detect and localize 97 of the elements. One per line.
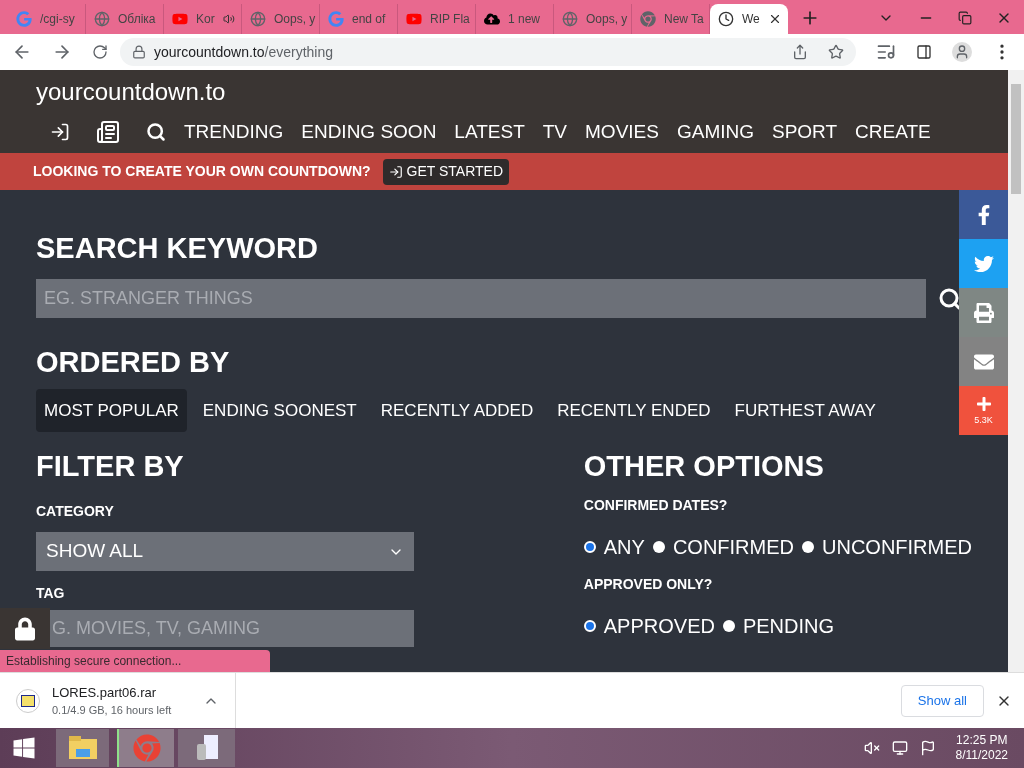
tag-field[interactable]: G. MOVIES, TV, GAMING bbox=[50, 610, 414, 647]
nav-link[interactable]: LATEST bbox=[454, 118, 525, 147]
bird-icon bbox=[973, 253, 994, 274]
radio-button[interactable] bbox=[652, 541, 665, 553]
lock-badge[interactable] bbox=[0, 608, 50, 649]
youtube-icon bbox=[406, 11, 422, 27]
taskbar-item[interactable] bbox=[178, 729, 235, 767]
sign-in-icon bbox=[388, 164, 403, 179]
reload-icon[interactable] bbox=[92, 44, 108, 60]
tab-title: /cgi-sy bbox=[40, 11, 75, 28]
tab-title: RIP Fla bbox=[430, 11, 470, 28]
section-heading: ORDERED BY bbox=[36, 348, 231, 377]
plus-icon bbox=[975, 396, 992, 412]
nav-link[interactable]: MOVIES bbox=[585, 118, 659, 147]
tab-title: New Ta bbox=[664, 11, 704, 28]
tab-title: Обліка bbox=[118, 11, 156, 28]
folder-icon bbox=[67, 735, 98, 761]
nav-link[interactable]: TV bbox=[542, 118, 568, 147]
tab-title: Kor bbox=[196, 11, 215, 28]
globe-icon bbox=[562, 11, 578, 27]
start-icon[interactable] bbox=[12, 736, 36, 760]
tab-title: Oops, y bbox=[274, 11, 316, 28]
globe-icon bbox=[94, 11, 110, 27]
tab-title: We bbox=[742, 11, 760, 28]
youtube-icon bbox=[172, 11, 188, 27]
nav-link[interactable]: TRENDING bbox=[184, 118, 284, 147]
lock-icon bbox=[15, 616, 35, 641]
radio-button[interactable] bbox=[802, 541, 814, 553]
scrollbar[interactable] bbox=[1008, 70, 1024, 672]
side-panel-icon[interactable] bbox=[916, 44, 932, 60]
flag-icon[interactable] bbox=[919, 740, 936, 756]
nav-link[interactable]: SPORT bbox=[772, 118, 838, 147]
star-icon[interactable] bbox=[828, 44, 844, 60]
field-label: CONFIRMED DATES? bbox=[583, 496, 729, 515]
field-label: CATEGORY bbox=[36, 502, 115, 521]
search-icon[interactable] bbox=[146, 122, 166, 143]
cloud-icon bbox=[484, 11, 500, 27]
download-status: 0.1/4.9 GB, 16 hours left bbox=[52, 703, 172, 718]
sort-option[interactable]: MOST POPULAR bbox=[36, 389, 187, 432]
radio-label: UNCONFIRMED bbox=[822, 535, 972, 560]
radio-button[interactable] bbox=[722, 620, 735, 632]
section-heading: FILTER BY bbox=[36, 452, 185, 481]
printer-icon bbox=[973, 302, 994, 323]
address-field[interactable]: yourcountdown.to/everything bbox=[120, 38, 856, 66]
taskbar-item[interactable] bbox=[56, 729, 109, 767]
share-button[interactable]: 5.3K bbox=[959, 386, 1008, 435]
google-icon bbox=[16, 11, 32, 27]
nav-link[interactable]: ENDING SOON bbox=[301, 118, 437, 147]
share-icon[interactable] bbox=[792, 44, 808, 60]
playlist-icon[interactable] bbox=[876, 42, 896, 62]
tab-title: 1 new bbox=[508, 11, 541, 28]
google-icon bbox=[328, 11, 344, 27]
browser-tab[interactable]: We bbox=[710, 4, 788, 34]
radio-label: ANY bbox=[603, 535, 645, 560]
restore-icon[interactable] bbox=[958, 11, 972, 25]
section-heading: SEARCH KEYWORD bbox=[36, 234, 319, 263]
radio-button[interactable] bbox=[583, 541, 596, 553]
category-dropdown[interactable]: SHOW ALL bbox=[36, 532, 414, 571]
tab-title: Oops, y bbox=[586, 11, 628, 28]
sort-option[interactable]: FURTHEST AWAY bbox=[726, 389, 884, 432]
search-field[interactable]: EG. STRANGER THINGS bbox=[36, 279, 926, 318]
radio-button[interactable] bbox=[583, 620, 596, 632]
lock-icon bbox=[132, 45, 146, 59]
show-all-button[interactable]: Show all bbox=[900, 684, 984, 717]
chrome-icon bbox=[132, 734, 161, 762]
radio-label: APPROVED bbox=[603, 614, 715, 639]
profile-icon[interactable] bbox=[952, 42, 972, 62]
share-button[interactable] bbox=[959, 190, 1008, 239]
get-started-button[interactable]: GET STARTED bbox=[382, 158, 509, 185]
field-label: APPROVED ONLY? bbox=[583, 575, 714, 594]
radio-label: CONFIRMED bbox=[672, 535, 794, 560]
nav-link[interactable]: CREATE bbox=[855, 118, 931, 147]
sort-option[interactable]: ENDING SOONEST bbox=[194, 389, 365, 432]
search-icon[interactable] bbox=[938, 286, 962, 311]
clock-date: 8/11/2022 bbox=[955, 748, 1008, 763]
share-button[interactable] bbox=[959, 288, 1008, 337]
taskbar-item[interactable] bbox=[117, 729, 174, 767]
field-label: TAG bbox=[36, 584, 65, 603]
banner-text: LOOKING TO CREATE YOUR OWN COUNTDOWN? bbox=[33, 162, 371, 181]
newspaper-icon[interactable] bbox=[96, 120, 120, 145]
radio-label: PENDING bbox=[742, 614, 835, 639]
nav-link[interactable]: GAMING bbox=[676, 118, 754, 147]
sort-option[interactable]: RECENTLY ADDED bbox=[372, 389, 542, 432]
globe-icon bbox=[250, 11, 266, 27]
clock-icon bbox=[718, 11, 734, 27]
file-name: LORES.part06.rar bbox=[52, 683, 158, 702]
share-button[interactable] bbox=[959, 337, 1008, 386]
tab-title: end of bbox=[352, 11, 386, 28]
network-icon[interactable] bbox=[891, 740, 908, 756]
muted-speaker-icon[interactable] bbox=[863, 740, 880, 756]
clock-time: 12:25 PM bbox=[956, 733, 1008, 748]
site-logo[interactable]: yourcountdown.to bbox=[36, 74, 226, 110]
chrome-icon bbox=[640, 11, 656, 27]
sign-in-icon[interactable] bbox=[50, 122, 70, 143]
status-bubble: Establishing secure connection... bbox=[0, 650, 270, 672]
sort-option[interactable]: RECENTLY ENDED bbox=[549, 389, 719, 432]
section-heading: OTHER OPTIONS bbox=[583, 452, 825, 481]
